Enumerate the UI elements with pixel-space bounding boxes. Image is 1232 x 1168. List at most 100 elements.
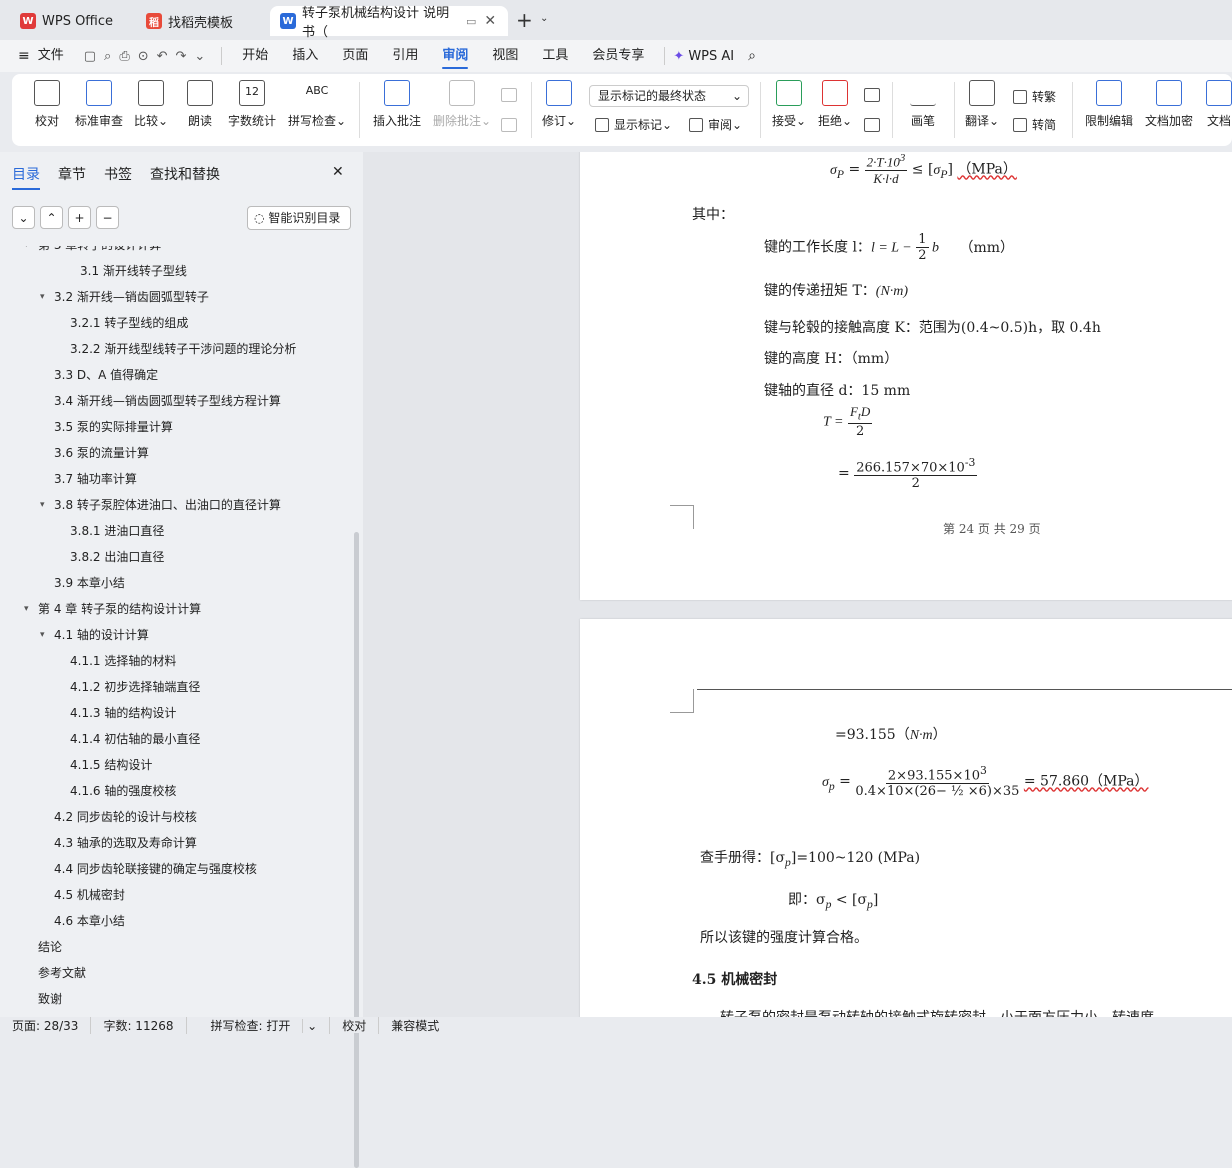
accept-button[interactable]: 接受⌄ bbox=[772, 80, 806, 129]
ribbon-toolbar: 校对 标准审查 比较⌄ 朗读 12 字数统计 ABC 拼写检查⌄ 插入批注 删除批注… bbox=[12, 74, 1232, 146]
toc-item-label: 3.2.1 转子型线的组成 bbox=[70, 316, 189, 330]
tab-sections[interactable]: 章节 bbox=[58, 164, 86, 184]
chevron-down-icon[interactable]: ▾ bbox=[40, 622, 50, 648]
document-area: σP = 2·T·103 K·l·d ≤ [σP] （MPa） 其中： 键的工作长… bbox=[363, 152, 1232, 1017]
standard-review-button[interactable]: 标准审查 bbox=[75, 80, 123, 129]
menu-review[interactable]: 审阅 bbox=[430, 40, 480, 72]
collapse-icon[interactable]: ⌃ bbox=[40, 206, 63, 229]
simplified-icon bbox=[1013, 117, 1027, 132]
add-icon[interactable]: + bbox=[68, 206, 91, 229]
status-page[interactable]: 页面: 28/33 bbox=[0, 1016, 92, 1034]
markup-state-select[interactable]: 显示标记的最终状态 ⌄ bbox=[589, 85, 749, 107]
restrict-edit-button[interactable]: 限制编辑 bbox=[1085, 80, 1133, 129]
show-markup-button[interactable]: 显示标记 ⌄ bbox=[595, 116, 672, 133]
toc-item-label: 3.2 渐开线—销齿圆弧型转子 bbox=[54, 290, 209, 304]
status-spell[interactable]: 拼写检查: 打开 ⌄ bbox=[187, 1016, 331, 1034]
track-changes-icon bbox=[546, 80, 573, 106]
toc-item-label: 3.5 泵的实际排量计算 bbox=[54, 420, 173, 434]
word-count-icon: 12 bbox=[239, 80, 265, 106]
new-tab-button[interactable]: + bbox=[516, 8, 533, 32]
doc-more-button[interactable]: 文档 bbox=[1206, 80, 1232, 129]
toc-item-label: 3.2.2 渐开线型线转子干涉问题的理论分析 bbox=[70, 342, 297, 356]
chevron-down-icon[interactable]: ▾ bbox=[24, 596, 34, 622]
to-simplified-button[interactable]: 转简 bbox=[1013, 116, 1056, 133]
scrollbar[interactable] bbox=[354, 532, 359, 1168]
compare-button[interactable]: 比较⌄ bbox=[134, 80, 168, 129]
track-changes-button[interactable]: 修订⌄ bbox=[542, 80, 576, 129]
proofread-button[interactable]: 校对 bbox=[34, 80, 60, 129]
paragraph-text: 转子泵的密封是泵动转轴的接触式旋转密封，小于面方压力小，转速度 bbox=[720, 1007, 1154, 1017]
toc-item-label: 3.6 泵的流量计算 bbox=[54, 446, 149, 460]
menu-view[interactable]: 视图 bbox=[480, 40, 530, 72]
toc-item-label: 4.2 同步齿轮的设计与校核 bbox=[54, 810, 197, 824]
menu-home[interactable]: 开始 bbox=[230, 40, 280, 72]
encrypt-button[interactable]: 文档加密 bbox=[1145, 80, 1193, 129]
tab-label: 找稻壳模板 bbox=[168, 15, 234, 31]
tab-template[interactable]: 稻 找稻壳模板 bbox=[136, 6, 264, 36]
toc-item-label: 3.8.1 进油口直径 bbox=[70, 524, 165, 538]
wps-logo-icon: W bbox=[20, 13, 36, 29]
tab-wps-office[interactable]: W WPS Office bbox=[10, 6, 128, 36]
reject-button[interactable]: 拒绝⌄ bbox=[818, 80, 852, 129]
menu-page[interactable]: 页面 bbox=[330, 40, 380, 72]
tab-document[interactable]: W 转子泵机械结构设计 说明书（ ▭ ✕ bbox=[270, 6, 508, 40]
toc-item-label: 参考文献 bbox=[38, 966, 87, 980]
menu-file[interactable]: 文件 bbox=[34, 40, 76, 72]
prev-change-icon[interactable] bbox=[864, 88, 880, 102]
docer-logo-icon: 稻 bbox=[146, 13, 162, 29]
spell-check-button[interactable]: ABC 拼写检查⌄ bbox=[288, 80, 346, 129]
menu-hamburger-icon[interactable]: ≡ bbox=[0, 48, 34, 64]
toc-item-label: 4.1.2 初步选择轴端直径 bbox=[70, 680, 201, 694]
lock-doc-icon bbox=[1096, 80, 1122, 106]
key-height-line: 键的高度 H：（mm） bbox=[764, 351, 899, 367]
close-icon[interactable]: ✕ bbox=[484, 13, 496, 29]
traditional-icon bbox=[1013, 89, 1027, 104]
accept-icon bbox=[776, 80, 803, 106]
tab-preview-icon[interactable]: ▭ bbox=[466, 15, 476, 28]
tab-find-replace[interactable]: 查找和替换 bbox=[150, 164, 220, 184]
search-icon[interactable]: ⌕ bbox=[748, 48, 756, 64]
status-proof[interactable]: 校对 bbox=[330, 1016, 380, 1034]
toc-item-label: 3.8.2 出油口直径 bbox=[70, 550, 165, 564]
tab-toc[interactable]: 目录 bbox=[12, 164, 40, 190]
prev-comment-icon[interactable] bbox=[501, 88, 517, 102]
menu-member[interactable]: 会员专享 bbox=[580, 40, 656, 72]
close-icon[interactable]: ✕ bbox=[332, 164, 344, 180]
tab-bookmarks[interactable]: 书签 bbox=[104, 164, 132, 184]
toc-item-label: 3.9 本章小结 bbox=[54, 576, 125, 590]
toc-toolbar: ⌄ ⌃ + − bbox=[12, 206, 124, 229]
handbook-line: 查手册得：[σp]=100~120 (MPa) bbox=[700, 850, 921, 869]
comment-delete-icon bbox=[449, 80, 476, 106]
chevron-down-icon: ⌄ bbox=[731, 89, 742, 103]
toc-item-label: 3.1 渐开线转子型线 bbox=[80, 264, 187, 278]
toc-list: ▾ 第 3 章转子的设计计算 3.1 渐开线转子型线 ▾ 3.2 渐开线—销齿圆弧型转子… bbox=[0, 246, 355, 1017]
remove-icon[interactable]: − bbox=[96, 206, 119, 229]
menu-references[interactable]: 引用 bbox=[380, 40, 430, 72]
next-comment-icon[interactable] bbox=[501, 118, 517, 132]
chevron-down-icon[interactable]: ⌄ bbox=[540, 13, 548, 24]
menu-insert[interactable]: 插入 bbox=[280, 40, 330, 72]
next-change-icon[interactable] bbox=[864, 118, 880, 132]
read-aloud-button[interactable]: 朗读 bbox=[187, 80, 213, 129]
formula-torque: T = FtD 2 bbox=[823, 404, 873, 439]
menu-wps-ai[interactable]: WPS AI bbox=[688, 49, 734, 64]
menu-tools[interactable]: 工具 bbox=[530, 40, 580, 72]
translate-button[interactable]: 翻译⌄ bbox=[965, 80, 999, 129]
nav-tabs: 目录 章节 书签 查找和替换 ✕ bbox=[0, 152, 363, 196]
chevron-down-icon[interactable]: ▾ bbox=[24, 246, 34, 258]
smart-toc-button[interactable]: ◌ 智能识别目录 bbox=[247, 206, 351, 230]
pen-button[interactable]: 画笔 bbox=[910, 80, 936, 129]
toc-item-label: 4.1.1 选择轴的材料 bbox=[70, 654, 177, 668]
to-traditional-button[interactable]: 转繁 bbox=[1013, 88, 1056, 105]
page-corner-mark bbox=[670, 505, 694, 529]
standard-review-icon bbox=[86, 80, 112, 106]
status-words[interactable]: 字数: 11268 bbox=[91, 1016, 187, 1034]
expand-icon[interactable]: ⌄ bbox=[12, 206, 35, 229]
chevron-down-icon[interactable]: ▾ bbox=[40, 492, 50, 518]
quick-access-icons[interactable]: ▢⌕⎙⊙↶↷⌄ bbox=[76, 49, 222, 64]
delete-comment-button[interactable]: 删除批注⌄ bbox=[433, 80, 491, 129]
insert-comment-button[interactable]: 插入批注 bbox=[373, 80, 421, 129]
word-count-button[interactable]: 12 字数统计 bbox=[228, 80, 276, 129]
chevron-down-icon[interactable]: ▾ bbox=[40, 284, 50, 310]
review-pane-button[interactable]: 审阅 ⌄ bbox=[689, 116, 742, 133]
